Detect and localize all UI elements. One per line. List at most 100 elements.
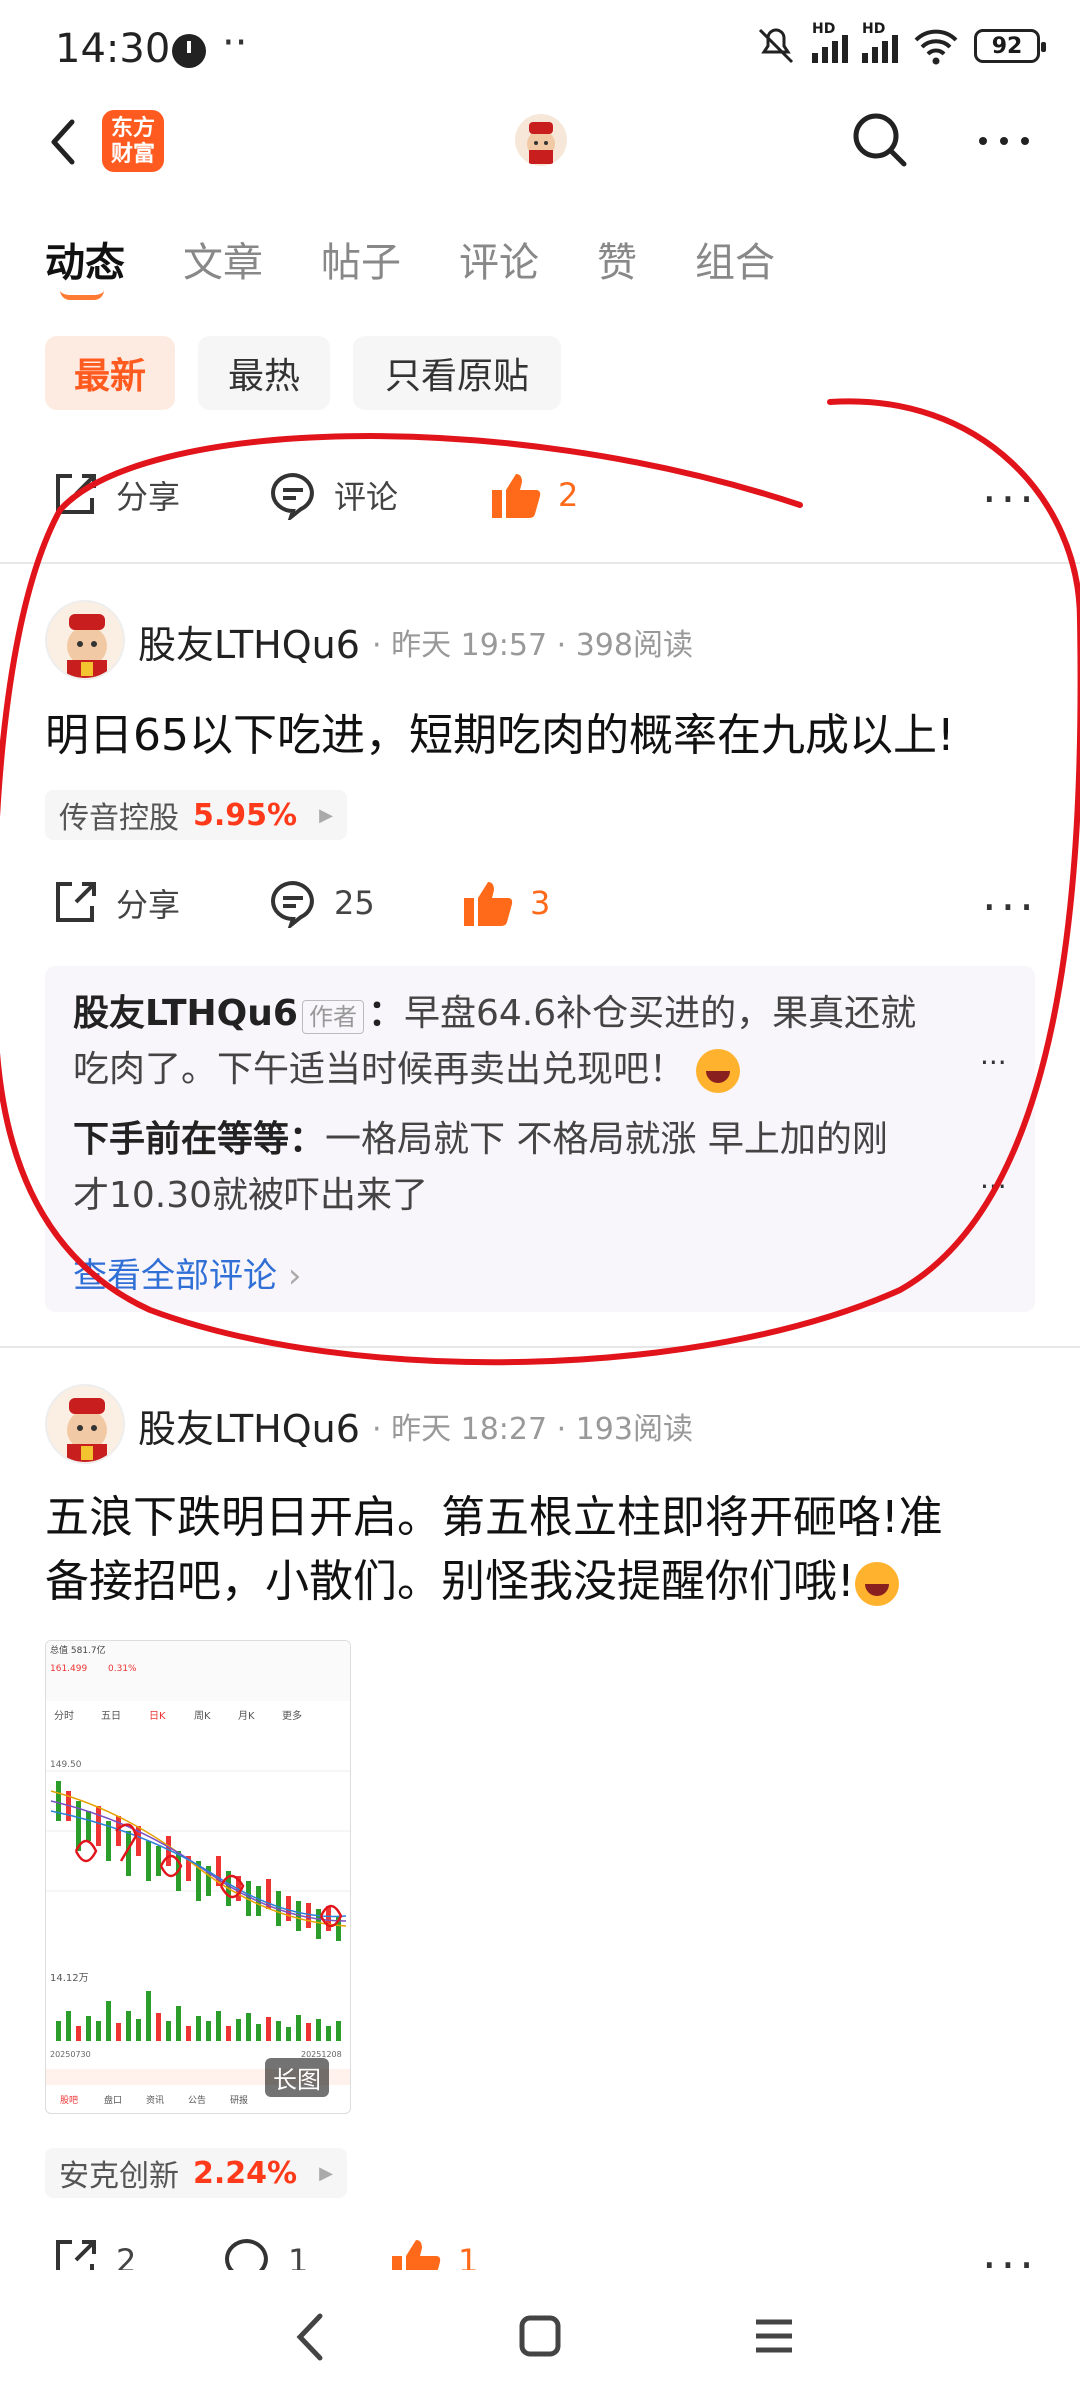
profile-tabs: 动态 文章 帖子 评论 赞 组合 xyxy=(45,230,833,288)
eastmoney-logo: 东方 财富 xyxy=(102,110,164,172)
comment-author[interactable]: 股友LTHQu6 xyxy=(73,993,298,1034)
comment-text: 一格局就下 不格局就涨 早上加的刚 xyxy=(325,1119,888,1160)
post-more-icon[interactable]: ··· xyxy=(982,880,1038,934)
system-nav-bar xyxy=(0,2270,1080,2400)
chart-bottom-tab: 公告 xyxy=(188,2094,206,2106)
comment-text-cont: 才10.30就被吓出来了 xyxy=(73,1175,429,1216)
tab-active-indicator xyxy=(60,290,104,300)
post-username[interactable]: 股友LTHQu6 xyxy=(138,614,360,669)
signal-1-icon: HD xyxy=(812,21,848,63)
comment-more-icon[interactable]: ··· xyxy=(980,1170,1007,1203)
share-button[interactable]: 分享 xyxy=(50,878,180,928)
chart-tab: 分时 xyxy=(54,1710,74,1722)
view-all-comments-link[interactable]: 查看全部评论 › xyxy=(73,1248,301,1297)
stock-tag[interactable]: 安克创新 2.24% ▶ xyxy=(45,2148,347,2198)
tab-dongtai[interactable]: 动态 xyxy=(45,230,125,288)
search-icon[interactable] xyxy=(848,108,912,172)
comment-author[interactable]: 下手前在等等： xyxy=(73,1119,325,1160)
notification-dots-icon: ·· xyxy=(222,20,248,66)
post-username[interactable]: 股友LTHQu6 xyxy=(138,1398,360,1453)
chevron-right-icon: › xyxy=(287,1256,302,1296)
comments-preview: 股友LTHQu6 作者 ：早盘64.6补仓买进的，果真还就 吃肉了。下午适当时候再卖… xyxy=(45,966,1035,1312)
tab-portfolio[interactable]: 组合 xyxy=(695,230,775,288)
post-image-chart[interactable]: 总值 581.7亿 161.499 0.31% 分时 五日 日K 周K 月K 更… xyxy=(45,1640,351,2114)
tab-likes[interactable]: 赞 xyxy=(597,230,637,288)
avatar[interactable] xyxy=(45,1384,125,1464)
chart-tab: 周K xyxy=(194,1710,211,1722)
post-text-line2: 备接招吧，小散们。别怪我没提醒你们哦! xyxy=(45,1556,855,1607)
volume-bars xyxy=(56,1991,341,2041)
battery-level: 92 xyxy=(991,33,1023,59)
post-more-icon[interactable]: ··· xyxy=(982,472,1038,526)
laugh-emoji-icon xyxy=(854,1562,899,1606)
mute-icon xyxy=(758,28,794,64)
chart-bottom-tab: 研报 xyxy=(230,2094,248,2106)
filter-latest[interactable]: 最新 xyxy=(45,336,175,410)
avatar[interactable] xyxy=(45,600,125,680)
nav-home-icon[interactable] xyxy=(516,2312,564,2360)
view-all-label: 查看全部评论 xyxy=(73,1256,277,1296)
battery-icon: 92 xyxy=(974,29,1046,63)
comment-more-icon[interactable]: ··· xyxy=(980,1046,1007,1079)
user-avatar-small[interactable] xyxy=(515,114,567,166)
stock-tag[interactable]: 传音控股 5.95% ▶ xyxy=(45,790,347,840)
chart-tab: 更多 xyxy=(282,1709,302,1722)
post-reads: 193阅读 xyxy=(575,1412,693,1447)
tab-comments[interactable]: 评论 xyxy=(459,230,539,288)
back-button[interactable] xyxy=(42,112,90,172)
post-text[interactable]: 明日65以下吃进，短期吃肉的概率在九成以上! xyxy=(45,704,955,768)
comment-icon xyxy=(271,472,314,520)
status-time: 14:30 xyxy=(55,26,171,72)
mascot-icon xyxy=(527,122,555,164)
author-tag: 作者 xyxy=(301,1000,364,1034)
more-options-icon[interactable] xyxy=(975,112,1033,170)
chart-volume: 14.12万 xyxy=(50,1973,89,1984)
stock-change: 5.95% xyxy=(193,797,298,833)
chart-tab: 月K xyxy=(238,1710,255,1722)
mascot-icon xyxy=(67,614,107,678)
chart-marketcap: 总值 581.7亿 xyxy=(50,1644,106,1656)
share-label: 分享 xyxy=(116,886,181,924)
thumbs-up-icon xyxy=(464,882,513,926)
comment-2[interactable]: 下手前在等等：一格局就下 不格局就涨 早上加的刚 才10.30就被吓出来了 xyxy=(73,1112,1003,1224)
arrow-right-icon: ▶ xyxy=(319,804,333,826)
mascot-icon xyxy=(67,1398,107,1462)
comment-button[interactable]: 评论 xyxy=(268,470,398,520)
nav-back-icon[interactable] xyxy=(290,2310,330,2364)
tab-posts[interactable]: 帖子 xyxy=(321,230,401,288)
chart-bottom-tab: 资讯 xyxy=(146,2095,164,2106)
clock-app-icon xyxy=(172,34,206,68)
post-text[interactable]: 五浪下跌明日开启。第五根立柱即将开砸咯!准 备接招吧，小散们。别怪我没提醒你们哦… xyxy=(45,1486,1045,1614)
comment-text: 早盘64.6补仓买进的，果真还就 xyxy=(403,993,917,1034)
comment-button[interactable]: 25 xyxy=(268,878,375,928)
stock-chart-screenshot: 总值 581.7亿 161.499 0.31% 分时 五日 日K 周K 月K 更… xyxy=(46,1641,350,2106)
filter-hot[interactable]: 最热 xyxy=(198,336,330,410)
stock-name: 安克创新 xyxy=(59,2159,179,2194)
chart-change: 0.31% xyxy=(108,1664,137,1674)
post-text-line1: 五浪下跌明日开启。第五根立柱即将开砸咯!准 xyxy=(45,1492,943,1543)
like-button[interactable]: 2 xyxy=(490,470,578,520)
wifi-icon xyxy=(914,29,958,65)
comment-icon xyxy=(271,880,314,928)
stock-change: 2.24% xyxy=(193,2155,298,2191)
tab-articles[interactable]: 文章 xyxy=(183,230,263,288)
long-image-badge: 长图 xyxy=(265,2058,329,2097)
chart-date-start: 20250730 xyxy=(50,2050,91,2059)
post-time: 昨天 18:27 xyxy=(391,1412,548,1447)
share-icon xyxy=(56,474,96,514)
filter-original-only[interactable]: 只看原贴 xyxy=(353,336,561,410)
share-button[interactable]: 分享 xyxy=(50,470,180,520)
chart-bottom-tab: 股吧 xyxy=(60,2095,78,2106)
like-button[interactable]: 3 xyxy=(462,878,550,928)
comment-count: 25 xyxy=(334,884,375,922)
post-meta: · 昨天 18:27 · 193阅读 xyxy=(372,1412,693,1447)
arrow-right-icon: ▶ xyxy=(319,2162,333,2184)
chart-bottom-tab: 盘口 xyxy=(104,2094,122,2106)
comment-label: 评论 xyxy=(334,478,399,516)
post-meta: · 昨天 19:57 · 398阅读 xyxy=(372,628,693,663)
share-icon xyxy=(56,882,96,922)
share-label: 分享 xyxy=(116,478,181,516)
comment-1[interactable]: 股友LTHQu6 作者 ：早盘64.6补仓买进的，果真还就 吃肉了。下午适当时候再卖… xyxy=(73,986,1003,1098)
nav-menu-icon[interactable] xyxy=(752,2314,796,2358)
post-reads: 398阅读 xyxy=(575,628,693,663)
